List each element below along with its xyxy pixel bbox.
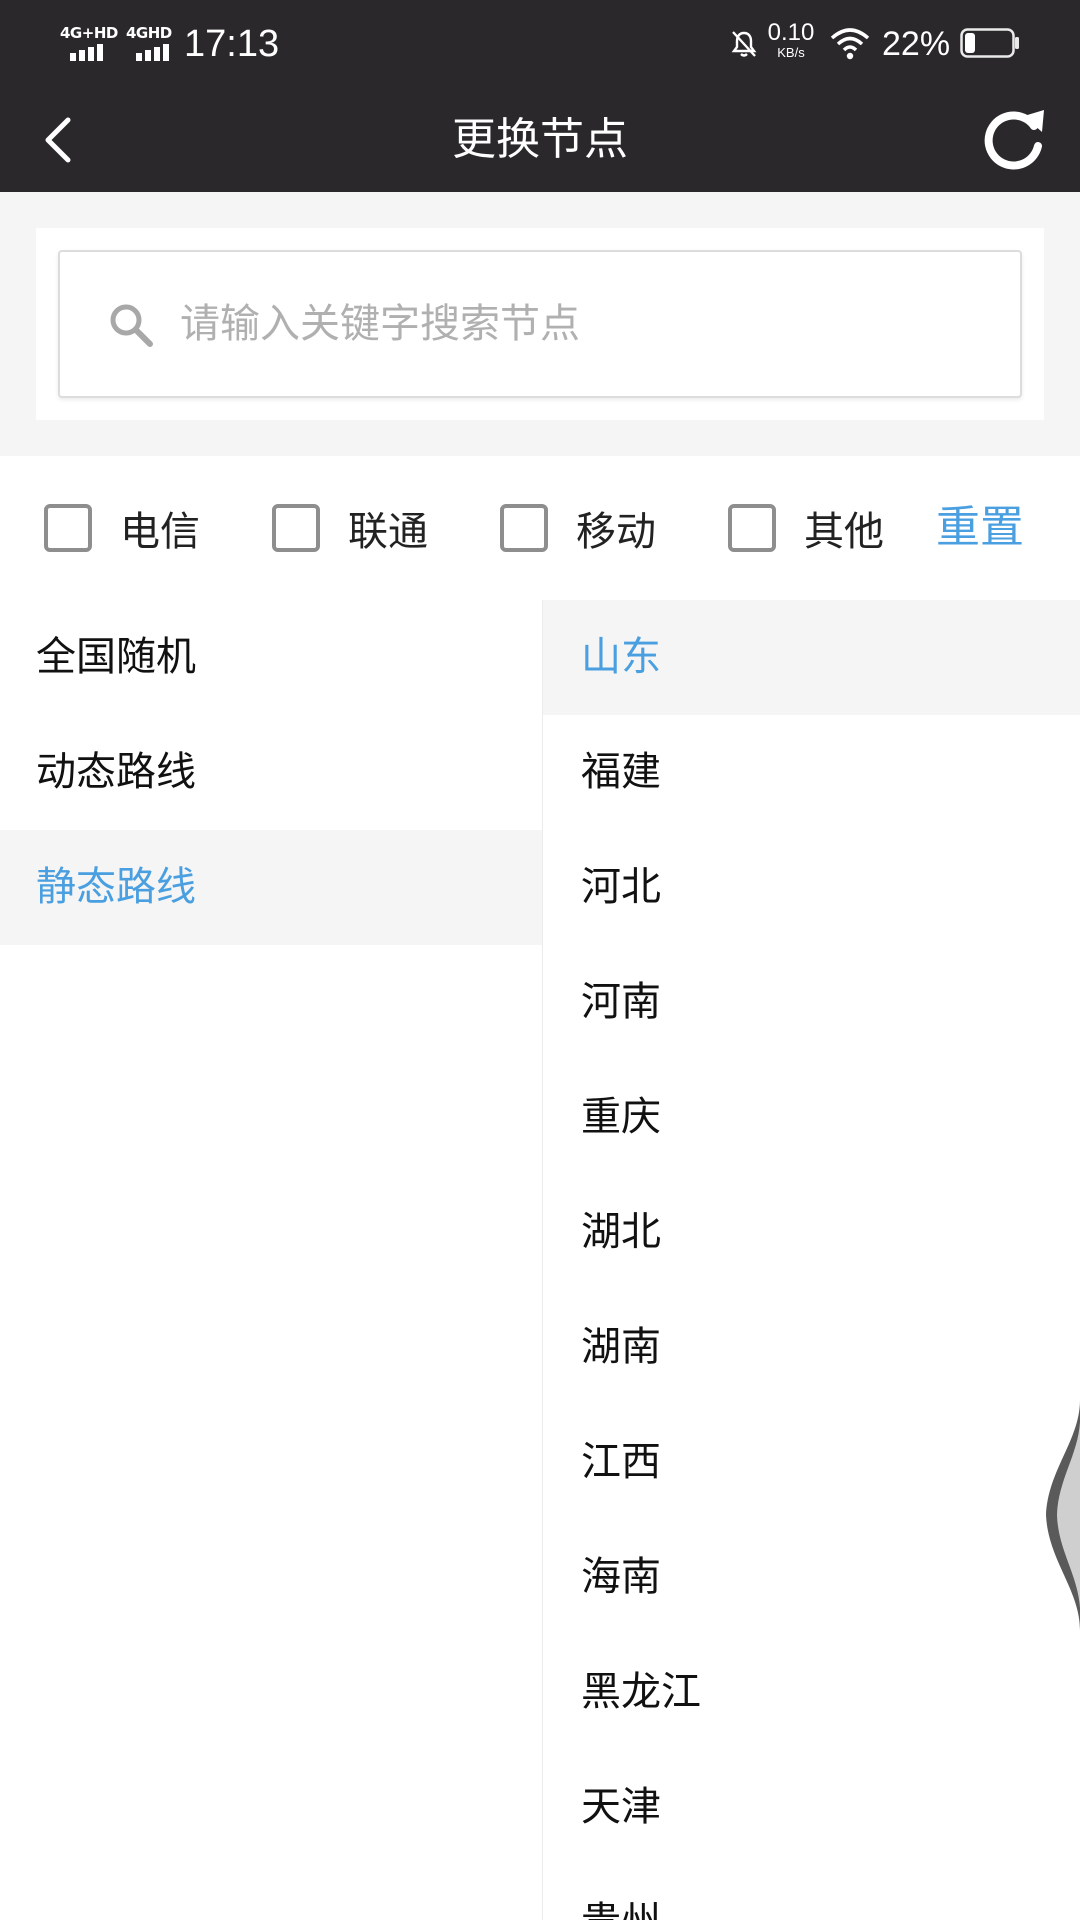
battery-percent: 22% xyxy=(882,25,951,63)
search-icon xyxy=(110,304,153,347)
carrier-filter-bar: 电信 联通 移动 其他 重置 xyxy=(0,456,1080,600)
network-type-2: 4GHD xyxy=(126,24,172,42)
refresh-icon[interactable] xyxy=(976,102,1052,178)
province-item[interactable]: 河南 xyxy=(543,945,1080,1060)
wifi-icon xyxy=(830,28,870,60)
bell-off-icon xyxy=(731,31,757,57)
filter-unicom[interactable]: 联通 xyxy=(272,500,428,556)
status-time: 17:13 xyxy=(184,23,280,65)
province-item[interactable]: 湖北 xyxy=(543,1175,1080,1290)
speed-unit: KB/s xyxy=(777,45,805,60)
route-type-item[interactable]: 动态路线 xyxy=(0,715,542,830)
route-type-item-active[interactable]: 静态路线 xyxy=(0,830,542,945)
status-bar: 4G+HD 4GHD 17:13 0.10 KB/s 22% xyxy=(0,0,1080,88)
filter-telecom[interactable]: 电信 xyxy=(44,500,200,556)
search-input[interactable] xyxy=(180,292,980,356)
page-title: 更换节点 xyxy=(452,114,628,165)
filter-other[interactable]: 其他 xyxy=(728,500,884,556)
province-item[interactable]: 海南 xyxy=(543,1520,1080,1635)
route-type-list: 全国随机 动态路线 静态路线 xyxy=(0,600,542,1920)
search-card xyxy=(36,228,1044,420)
checkbox-unicom[interactable] xyxy=(272,504,320,552)
signal-icon: 4G+HD xyxy=(60,24,118,61)
checkbox-mobile[interactable] xyxy=(500,504,548,552)
province-item[interactable]: 黑龙江 xyxy=(543,1635,1080,1750)
province-item-active[interactable]: 山东 xyxy=(543,600,1080,715)
province-item[interactable]: 江西 xyxy=(543,1405,1080,1520)
app-header: 更换节点 xyxy=(0,88,1080,192)
province-item[interactable]: 河北 xyxy=(543,830,1080,945)
checkbox-telecom[interactable] xyxy=(44,504,92,552)
province-item[interactable]: 福建 xyxy=(543,715,1080,830)
network-speed: 0.10 KB/s xyxy=(764,20,818,60)
filter-label: 移动 xyxy=(576,509,656,555)
province-item[interactable]: 贵州 xyxy=(543,1865,1080,1920)
search-area xyxy=(0,192,1080,456)
route-type-item[interactable]: 全国随机 xyxy=(0,600,542,715)
province-item[interactable]: 湖南 xyxy=(543,1290,1080,1405)
chevron-left-icon[interactable] xyxy=(30,110,90,170)
floating-side-handle[interactable] xyxy=(1038,1400,1080,1630)
province-item[interactable]: 重庆 xyxy=(543,1060,1080,1175)
signal-icon: 4GHD xyxy=(126,24,182,61)
speed-value: 0.10 xyxy=(767,19,815,46)
search-box[interactable] xyxy=(58,250,1022,398)
filter-label: 电信 xyxy=(120,509,200,555)
filter-label: 其他 xyxy=(804,509,884,555)
filter-mobile[interactable]: 移动 xyxy=(500,500,656,556)
province-list[interactable]: 山东 福建 河北 河南 重庆 湖北 湖南 江西 海南 黑龙江 天津 贵州 xyxy=(542,600,1080,1920)
network-type-1: 4G+HD xyxy=(60,24,118,42)
province-item[interactable]: 天津 xyxy=(543,1750,1080,1865)
reset-button[interactable]: 重置 xyxy=(936,500,1024,556)
page: 4G+HD 4GHD 17:13 0.10 KB/s 22% 更换节点 请输入关… xyxy=(0,0,1080,1920)
filter-label: 联通 xyxy=(348,509,428,555)
checkbox-other[interactable] xyxy=(728,504,776,552)
battery-icon xyxy=(960,28,1019,58)
